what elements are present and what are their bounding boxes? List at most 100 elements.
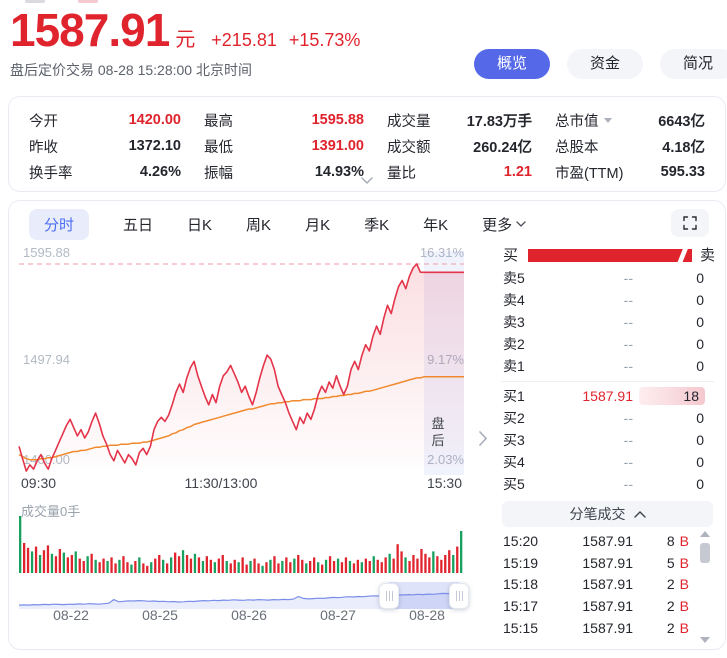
trade-side: B <box>680 573 689 595</box>
sell-label: 卖 <box>700 247 715 264</box>
btn-profile[interactable]: 简况 <box>660 49 727 79</box>
chevron-up-icon <box>634 511 646 518</box>
stat-label: 市盈(TTM) <box>555 162 623 183</box>
stat-cell-turnover: 成交额260.24亿 <box>387 135 532 157</box>
stat-cell-total-shares: 总股本4.18亿 <box>555 135 705 157</box>
trade-time: 15:17 <box>503 595 538 617</box>
buy-label: 买 <box>503 247 518 264</box>
tab-label: 更多 <box>482 214 512 235</box>
trade-qty: 8 <box>667 530 675 552</box>
stat-label: 总市值 <box>555 110 599 131</box>
stat-label: 成交额 <box>387 136 431 157</box>
x-axis-tick: 11:30/13:00 <box>185 475 258 491</box>
market-cap-caret-icon[interactable] <box>604 118 612 123</box>
btn-funds[interactable]: 资金 <box>567 49 643 79</box>
level-label: 卖2 <box>503 333 525 355</box>
buy-level-row: 买4--0 <box>496 451 719 473</box>
stat-label: 振幅 <box>204 162 233 183</box>
stat-cell-pe-ttm: 市盈(TTM)595.33 <box>555 161 705 183</box>
scrollbar-thumb[interactable] <box>700 543 710 563</box>
buy-level-row: 买5--0 <box>496 473 719 495</box>
tab-weekly-k[interactable]: 周K <box>246 214 271 235</box>
tab-more[interactable]: 更多 <box>482 214 526 235</box>
stat-value: 4.26% <box>140 164 181 180</box>
stat-cell-low: 最低1391.00 <box>204 135 364 157</box>
date-axis-tick: 08-25 <box>142 607 178 623</box>
stat-label: 今开 <box>29 110 58 131</box>
level-label: 买1 <box>503 385 525 407</box>
date-axis-tick: 08-27 <box>320 607 356 623</box>
stat-value: 1372.10 <box>129 138 181 154</box>
order-book-panel: 买 卖 卖5--0 卖4--0 卖3--0 卖2--0 卖1--0 买1 158… <box>496 245 719 647</box>
top-tab-remnant <box>25 0 45 3</box>
trade-price: 1587.91 <box>582 530 633 552</box>
btn-overview[interactable]: 概览 <box>474 49 550 79</box>
stat-cell-market-cap: 总市值6643亿 <box>555 109 705 131</box>
stat-value: 14.93% <box>315 164 364 180</box>
tab-label: 五日 <box>123 214 153 235</box>
x-axis-tick: 09:30 <box>21 475 56 491</box>
level-qty: 0 <box>696 333 704 355</box>
stat-cell-volume-ratio: 量比1.21 <box>387 161 532 183</box>
stat-label: 最高 <box>204 110 233 131</box>
navigator-handle-right[interactable] <box>449 583 469 609</box>
level-price: -- <box>624 451 633 473</box>
stats-expand-chevron-icon[interactable] <box>361 172 373 190</box>
trade-qty: 2 <box>667 617 675 639</box>
scroll-up-arrow-icon[interactable] <box>700 531 710 537</box>
stat-value: 17.83万手 <box>467 110 532 131</box>
trade-qty: 2 <box>667 595 675 617</box>
level-label: 卖4 <box>503 289 525 311</box>
trade-price: 1587.91 <box>582 552 633 574</box>
trade-row: 15:171587.912B <box>496 595 719 617</box>
tab-label: 分时 <box>44 214 74 235</box>
tab-timeline[interactable]: 分时 <box>29 209 89 240</box>
tab-5day[interactable]: 五日 <box>123 214 153 235</box>
chevron-down-icon <box>516 221 526 228</box>
scroll-down-arrow-icon[interactable] <box>700 637 710 643</box>
date-axis-tick: 08-26 <box>231 607 267 623</box>
trade-qty: 2 <box>667 573 675 595</box>
tick-trades-header[interactable]: 分笔成交 <box>502 501 713 527</box>
stat-cell-open: 今开 1420.00 <box>29 109 181 131</box>
level-qty: 0 <box>696 451 704 473</box>
stock-quote-page: 1587.91 元 +215.81 +15.73% 盘后定价交易 08-28 1… <box>0 0 727 658</box>
level-label: 买2 <box>503 407 525 429</box>
stat-cell-amplitude: 振幅 14.93% <box>204 161 364 183</box>
level-qty: 0 <box>696 355 704 377</box>
tab-label: 日K <box>187 214 212 235</box>
trade-time: 15:20 <box>503 530 538 552</box>
trade-row: 15:151587.912B <box>496 617 719 639</box>
buy-level-row: 买3--0 <box>496 429 719 451</box>
market-status-line: 盘后定价交易 08-28 15:28:00 北京时间 <box>10 60 360 80</box>
level-qty: 0 <box>696 267 704 289</box>
tab-monthly-k[interactable]: 月K <box>305 214 330 235</box>
sell-level-row: 卖2--0 <box>496 333 719 355</box>
level-qty: 0 <box>696 311 704 333</box>
level-price: -- <box>624 267 633 289</box>
level-price: -- <box>624 429 633 451</box>
stats-card: 今开1420.00 最高1595.88 成交量17.83万手 总市值6643亿 … <box>8 96 726 192</box>
level-label: 卖1 <box>503 355 525 377</box>
intraday-chart[interactable] <box>11 241 497 503</box>
tick-trades-title: 分笔成交 <box>570 504 626 524</box>
stat-value: 1420.00 <box>129 112 181 128</box>
tab-daily-k[interactable]: 日K <box>187 214 212 235</box>
tab-quarterly-k[interactable]: 季K <box>364 214 389 235</box>
buy-level-row: 买2--0 <box>496 407 719 429</box>
trade-qty: 5 <box>667 552 675 574</box>
level-price: -- <box>624 407 633 429</box>
level-label: 卖3 <box>503 311 525 333</box>
stat-value: 1391.00 <box>312 138 364 154</box>
date-axis-tick: 08-28 <box>409 607 445 623</box>
stat-label: 成交量 <box>387 110 431 131</box>
stat-cell-turnover-rate: 换手率4.26% <box>29 161 181 183</box>
navigator-chart[interactable] <box>11 582 481 609</box>
trade-price: 1587.91 <box>582 617 633 639</box>
tab-yearly-k[interactable]: 年K <box>423 214 448 235</box>
fullscreen-button[interactable] <box>671 209 709 237</box>
price-change: +215.81 <box>211 30 277 51</box>
panel-collapse-chevron-icon[interactable] <box>479 431 488 451</box>
stat-value: 1.21 <box>504 164 532 180</box>
navigator-handle-left[interactable] <box>379 583 399 609</box>
